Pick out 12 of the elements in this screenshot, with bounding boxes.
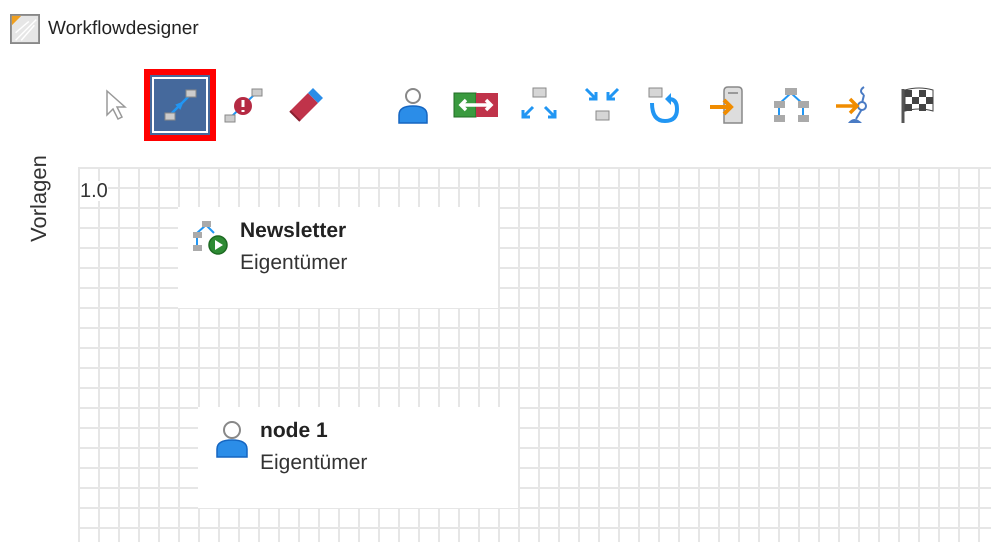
tree-icon [771,85,811,125]
workflow-node[interactable]: node 1 Eigentümer [198,407,518,508]
node-title: node 1 [260,419,329,443]
app-icon [10,14,40,44]
version-label: 1.0 [80,181,108,201]
node-subtitle: Eigentümer [240,251,348,275]
node-title: Newsletter [240,219,348,243]
connect-tool-button[interactable] [150,75,210,135]
workflow-node[interactable]: Newsletter Eigentümer [178,207,498,308]
window-title: Workflowdesigner [48,18,199,40]
side-tab[interactable]: Vorlagen [26,112,52,242]
node-subtitle: Eigentümer [260,451,368,475]
